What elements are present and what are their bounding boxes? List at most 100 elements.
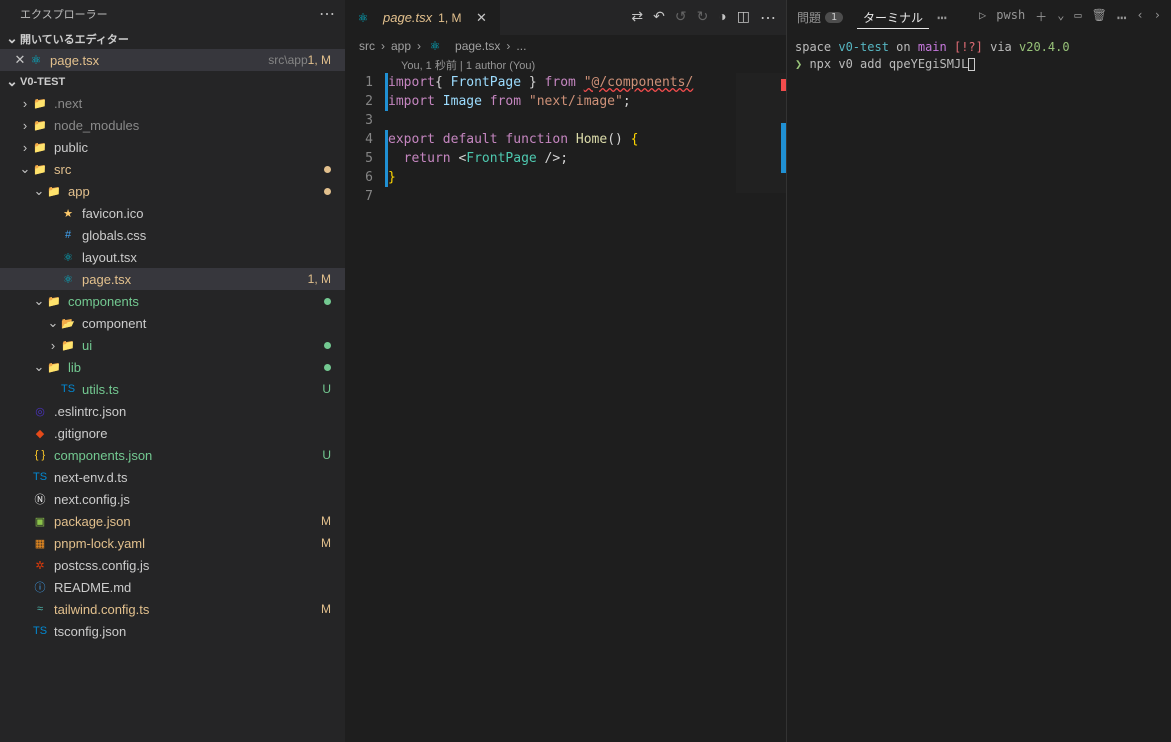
tree-item[interactable]: ≈tailwind.config.tsM [0, 598, 345, 620]
editor-more-icon[interactable] [760, 8, 776, 28]
chevron-right-icon[interactable]: › [18, 96, 32, 111]
tree-item-label: components.json [54, 448, 322, 463]
crumb[interactable]: ... [516, 39, 526, 53]
compare-icon[interactable]: ⇄ [631, 8, 643, 28]
close-icon[interactable]: ✕ [12, 52, 28, 68]
chevron-right-icon[interactable]: › [18, 118, 32, 133]
tree-item-label: src [54, 162, 324, 177]
shell-icon[interactable]: ▷ [979, 8, 986, 27]
tree-item[interactable]: ⌄📂component [0, 312, 345, 334]
codelens[interactable]: You, 1 秒前 | 1 author (You) [345, 57, 786, 73]
tree-item-label: layout.tsx [82, 250, 337, 265]
info-icon: ⓘ [32, 579, 48, 595]
tree-item[interactable]: { }components.jsonU [0, 444, 345, 466]
chevron-down-icon[interactable]: ⌄ [1057, 8, 1064, 27]
tree-item[interactable]: ›📁.next [0, 92, 345, 114]
tab-badge: 1, M [438, 11, 467, 25]
new-terminal-icon[interactable]: ＋ [1035, 8, 1047, 27]
open-editor-badge: 1, M [308, 53, 337, 67]
split-terminal-icon[interactable]: ▭ [1074, 8, 1081, 27]
tree-item[interactable]: Ⓝnext.config.js [0, 488, 345, 510]
go-back-icon[interactable]: ↶ [653, 8, 665, 28]
chevron-down-icon[interactable]: ⌄ [32, 359, 46, 375]
tree-item[interactable]: TSnext-env.d.ts [0, 466, 345, 488]
tree-item[interactable]: ⌄📁app [0, 180, 345, 202]
git-badge: 1, M [308, 272, 337, 286]
go-fwd2-icon[interactable]: ↻ [697, 8, 709, 28]
terminal-body[interactable]: space v0-test on main [!?] via v20.4.0 ❯… [787, 35, 1171, 77]
tree-item-label: .next [54, 96, 337, 111]
run-icon[interactable]: ◑ [718, 8, 726, 28]
tree-item[interactable]: ⌄📁lib [0, 356, 345, 378]
tree-item[interactable]: TSutils.tsU [0, 378, 345, 400]
terminal-more-icon[interactable] [937, 8, 947, 27]
modified-dot-icon [324, 342, 331, 349]
trash-icon[interactable]: 🗑 [1092, 8, 1107, 27]
tree-item-label: ui [82, 338, 324, 353]
minimap[interactable] [736, 73, 786, 193]
go-fwd-icon[interactable]: ↺ [675, 8, 687, 28]
open-editor-name: page.tsx [50, 53, 262, 68]
tree-item[interactable]: #globals.css [0, 224, 345, 246]
open-editor-item[interactable]: ✕ ⚛ page.tsx src\app 1, M [0, 49, 345, 71]
chevron-down-icon: ⌄ [4, 30, 20, 47]
tab-terminal[interactable]: ターミナル [857, 7, 929, 29]
explorer-more-icon[interactable] [319, 4, 335, 24]
editor-actions: ⇄ ↶ ↺ ↻ ◑ ◫ [621, 8, 786, 28]
terminal-more2-icon[interactable] [1117, 8, 1127, 27]
tree-item[interactable]: ›📁ui [0, 334, 345, 356]
modified-dot-icon [324, 364, 331, 371]
chevron-down-icon[interactable]: ⌄ [46, 315, 60, 331]
tree-item[interactable]: ⚛page.tsx1, M [0, 268, 345, 290]
gutter: 1234567 [345, 73, 385, 742]
editor-tabbar: ⚛ page.tsx 1, M ✕ ⇄ ↶ ↺ ↻ ◑ ◫ [345, 0, 786, 35]
project-header[interactable]: ⌄ V0-TEST [0, 71, 345, 92]
react-icon: ⚛ [60, 249, 76, 265]
chevron-right-icon: › [381, 39, 385, 53]
tab-problems[interactable]: 問題 1 [791, 7, 849, 28]
tree-item-label: favicon.ico [82, 206, 337, 221]
tree-item[interactable]: ⓘREADME.md [0, 576, 345, 598]
breadcrumb[interactable]: src› app› ⚛ page.tsx› ... [345, 35, 786, 57]
editor-tab[interactable]: ⚛ page.tsx 1, M ✕ [345, 0, 501, 35]
tree-item[interactable]: ✲postcss.config.js [0, 554, 345, 576]
chevron-down-icon[interactable]: ⌄ [32, 183, 46, 199]
tree-item[interactable]: ›📁public [0, 136, 345, 158]
chevron-down-icon[interactable]: ⌄ [32, 293, 46, 309]
chevron-down-icon[interactable]: ⌄ [18, 161, 32, 177]
chevron-left-icon[interactable]: ‹ [1137, 8, 1144, 27]
chevron-down-icon: ⌄ [4, 73, 20, 90]
code-area[interactable]: 1234567 import{ FrontPage } from "@/comp… [345, 73, 786, 742]
tree-item[interactable]: ▣package.jsonM [0, 510, 345, 532]
tree-item-label: pnpm-lock.yaml [54, 536, 321, 551]
tree-item[interactable]: ★favicon.ico [0, 202, 345, 224]
editor-pane: ⚛ page.tsx 1, M ✕ ⇄ ↶ ↺ ↻ ◑ ◫ src› app› … [345, 0, 786, 742]
tab-problems-label: 問題 [797, 9, 821, 26]
folder-open-icon: 📂 [60, 315, 76, 331]
react-icon: ⚛ [355, 10, 371, 26]
chevron-right-icon[interactable]: › [46, 338, 60, 353]
git-icon: ◆ [32, 425, 48, 441]
tree-item[interactable]: ⌄📁components [0, 290, 345, 312]
tree-item[interactable]: ◎.eslintrc.json [0, 400, 345, 422]
tree-item[interactable]: TStsconfig.json [0, 620, 345, 642]
git-badge: M [321, 536, 337, 550]
chevron-right-icon[interactable]: › [1154, 8, 1161, 27]
crumb[interactable]: src [359, 39, 375, 53]
tree-item[interactable]: ⚛ layout.tsx [0, 246, 345, 268]
react-icon: ⚛ [60, 271, 76, 287]
crumb[interactable]: app [391, 39, 411, 53]
code-lines[interactable]: import{ FrontPage } from "@/components/ … [388, 73, 786, 742]
shell-name[interactable]: pwsh [996, 8, 1025, 27]
overview-error-marker[interactable] [781, 79, 786, 91]
chevron-right-icon[interactable]: › [18, 140, 32, 155]
tree-item[interactable]: ›📁node_modules [0, 114, 345, 136]
overview-change-marker[interactable] [781, 123, 786, 173]
tree-item[interactable]: ▦pnpm-lock.yamlM [0, 532, 345, 554]
crumb[interactable]: page.tsx [455, 39, 500, 53]
close-icon[interactable]: ✕ [474, 10, 490, 26]
split-icon[interactable]: ◫ [737, 8, 750, 28]
tree-item[interactable]: ⌄📁src [0, 158, 345, 180]
tree-item[interactable]: ◆.gitignore [0, 422, 345, 444]
open-editors-header[interactable]: ⌄ 開いているエディター [0, 28, 345, 49]
